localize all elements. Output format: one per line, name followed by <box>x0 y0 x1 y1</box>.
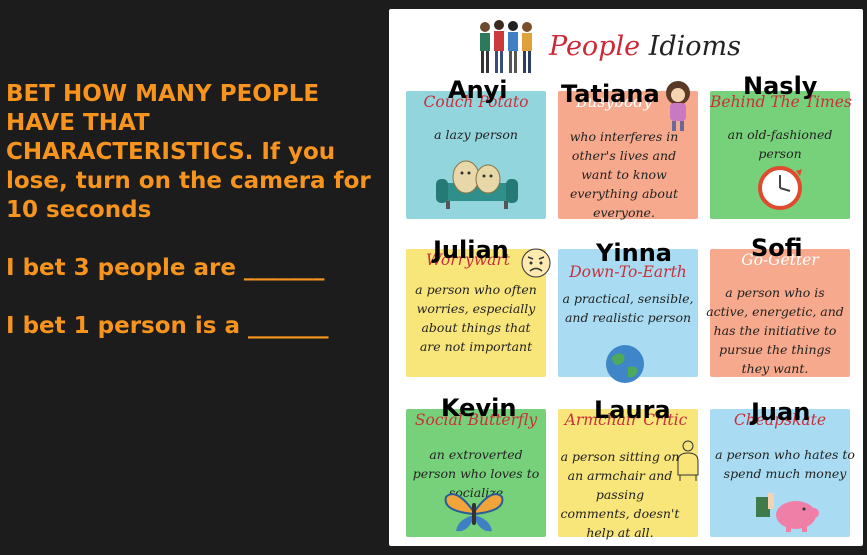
card-definition: a person who often worries, especially a… <box>415 282 537 354</box>
person-name: Laura <box>594 396 671 424</box>
card-definition: a person sitting on an armchair and pass… <box>560 449 680 540</box>
challenge-line-4: lose, turn on the camera for <box>6 168 371 194</box>
card-definition: a practical, sensible, and realistic per… <box>562 291 694 325</box>
person-name: Sofi <box>751 234 803 262</box>
card-social-butterfly: Social Butterfly an extroverted person w… <box>406 409 546 537</box>
card-definition: a person who hates to spend much money <box>715 447 855 481</box>
card-busybody: Busybody who interferes in other's lives… <box>558 81 698 220</box>
person-name: Anyi <box>448 76 508 104</box>
globe-icon <box>606 345 644 383</box>
card-definition: a lazy person <box>434 127 518 142</box>
card-definition: who interferes in other's lives and want… <box>569 129 679 220</box>
title-word-1: People <box>549 31 641 62</box>
person-name: Nasly <box>743 72 818 100</box>
butterfly-icon <box>444 493 504 532</box>
busybody-woman-icon <box>666 81 690 131</box>
bet-line-2: I bet 1 person is a _______ <box>6 313 329 339</box>
piggy-bank-icon <box>756 493 819 532</box>
poster-header: People Idioms <box>389 15 863 75</box>
card-cheapskate: Cheapskate a person who hates to spend m… <box>710 409 855 537</box>
card-definition: a person who is active, energetic, and h… <box>706 285 844 376</box>
person-name: Tatiana <box>561 80 660 108</box>
people-idioms-poster: People Idioms Couch Potato a lazy person… <box>389 9 863 546</box>
title-word-2: Idioms <box>648 31 741 62</box>
card-couch-potato: Couch Potato a lazy person <box>406 91 546 219</box>
couch-potato-icon <box>436 160 518 209</box>
challenge-line-1: BET HOW MANY PEOPLE <box>6 81 320 107</box>
person-name: Kevin <box>441 394 517 422</box>
armchair-person-icon <box>677 440 699 481</box>
worried-face-icon <box>521 248 551 278</box>
people-group-icon <box>480 20 532 73</box>
challenge-line-5: 10 seconds <box>6 197 152 223</box>
card-armchair-critic: Armchair Critic a person sitting on an a… <box>558 409 699 540</box>
person-name: Julian <box>433 236 509 264</box>
challenge-text: BET HOW MANY PEOPLE HAVE THAT CHARACTERI… <box>6 80 386 341</box>
person-name: Yinna <box>596 239 672 267</box>
person-name: Juan <box>751 398 811 426</box>
clock-icon <box>758 166 802 210</box>
challenge-line-2: HAVE THAT <box>6 110 150 136</box>
bet-line-1: I bet 3 people are _______ <box>6 255 325 281</box>
poster-title: People Idioms <box>549 31 741 62</box>
challenge-line-3: CHARACTERISTICS. If you <box>6 139 336 165</box>
card-down-to-earth: Down-To-Earth a practical, sensible, and… <box>558 249 698 383</box>
card-definition: an old-fashioned person <box>727 127 833 161</box>
card-behind-the-times: Behind The Times an old-fashioned person <box>710 91 852 219</box>
card-worrywart: Worrywart a person who often worries, es… <box>406 248 551 377</box>
card-go-getter: Go-Getter a person who is active, energe… <box>706 249 850 377</box>
